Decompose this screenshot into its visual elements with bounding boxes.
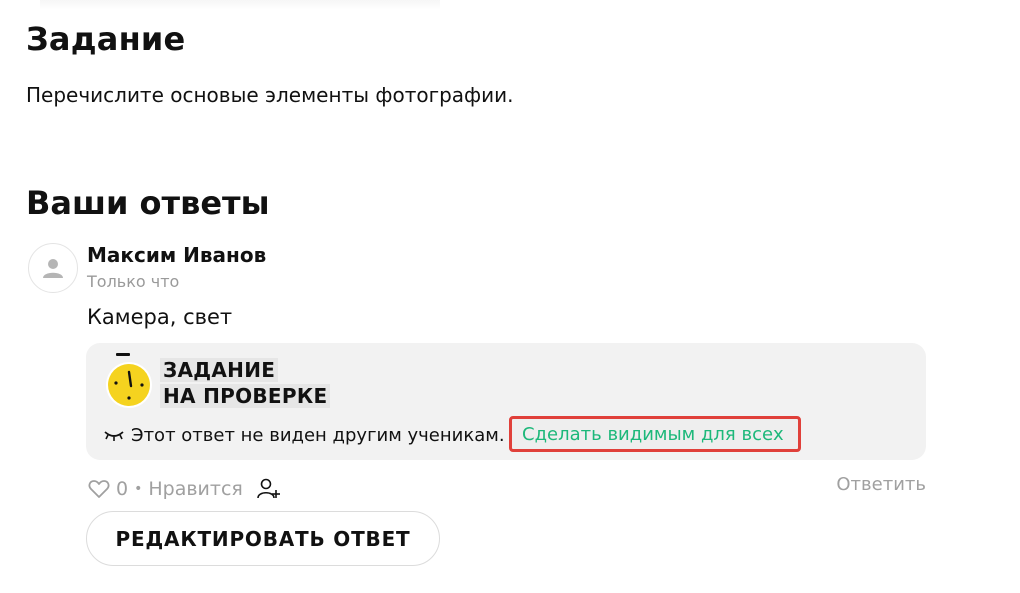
like-count: 0	[116, 478, 129, 500]
avatar[interactable]	[28, 243, 78, 293]
reply-link[interactable]: Ответить	[836, 474, 926, 495]
like-label[interactable]: Нравится	[148, 478, 242, 500]
post-time: Только что	[87, 272, 180, 291]
add-user-button[interactable]	[257, 478, 281, 500]
task-title: Задание	[26, 20, 186, 58]
task-text: Перечислите основые элементы фотографии.	[26, 83, 514, 107]
heart-icon[interactable]	[88, 479, 110, 499]
make-visible-link[interactable]: Сделать видимым для всех	[509, 416, 801, 452]
hidden-notice-text: Этот ответ не виден другим ученикам.	[131, 424, 505, 446]
edit-answer-button[interactable]: РЕДАКТИРОВАТЬ ОТВЕТ	[86, 511, 440, 566]
add-user-icon	[257, 478, 280, 499]
user-avatar-icon	[43, 259, 63, 278]
top-shadow	[40, 0, 440, 10]
review-status-line2: НА ПРОВЕРКЕ	[160, 384, 331, 408]
page: Задание Перечислите основые элементы фот…	[0, 0, 1020, 593]
closed-eye-icon	[104, 431, 124, 441]
author-name[interactable]: Максим Иванов	[87, 243, 266, 267]
like-row: 0 • Нравится	[88, 476, 281, 502]
timer-icon	[106, 353, 152, 408]
separator-dot: •	[134, 481, 143, 497]
answers-title: Ваши ответы	[26, 184, 270, 222]
hidden-notice: Этот ответ не виден другим ученикам.	[103, 423, 505, 447]
review-status-line1: ЗАДАНИЕ	[160, 358, 279, 382]
answer-text: Камера, свет	[87, 305, 233, 329]
